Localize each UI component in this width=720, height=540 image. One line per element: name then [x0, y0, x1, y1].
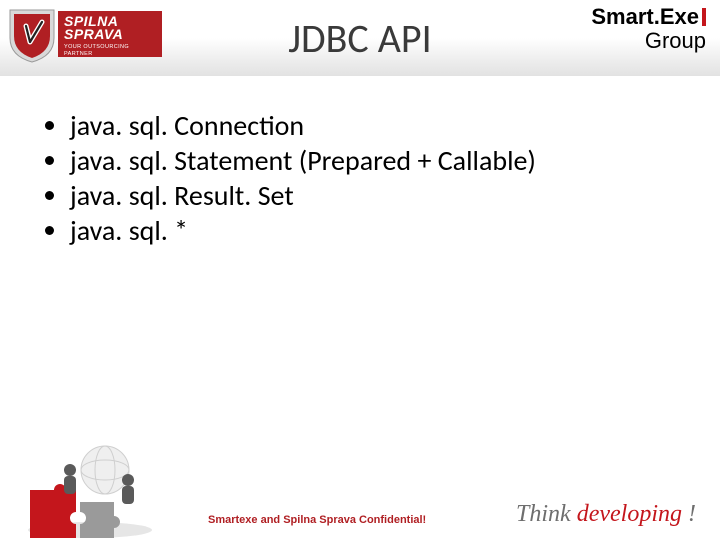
slide-title: JDBC API: [0, 14, 720, 63]
slide-body: java. sql. Connection java. sql. Stateme…: [42, 108, 642, 248]
footer: Smartexe and Spilna Sprava Confidential!…: [0, 454, 720, 540]
list-item: java. sql. Statement (Prepared + Callabl…: [70, 143, 642, 178]
think-highlight: developing: [577, 501, 682, 527]
list-item: java. sql. Result. Set: [70, 178, 642, 213]
puzzle-globe-icon: [10, 430, 160, 540]
footer-confidential: Smartexe and Spilna Sprava Confidential!: [208, 514, 426, 526]
list-item: java. sql. *: [70, 213, 642, 248]
slide: SPILNASPRAVA YOUR OUTSOURCING PARTNER Sm…: [0, 0, 720, 540]
footer-tagline: Think developing !: [516, 501, 696, 528]
bullet-list: java. sql. Connection java. sql. Stateme…: [42, 108, 642, 248]
think-suffix: !: [682, 501, 696, 527]
think-prefix: Think: [516, 501, 577, 527]
list-item: java. sql. Connection: [70, 108, 642, 143]
